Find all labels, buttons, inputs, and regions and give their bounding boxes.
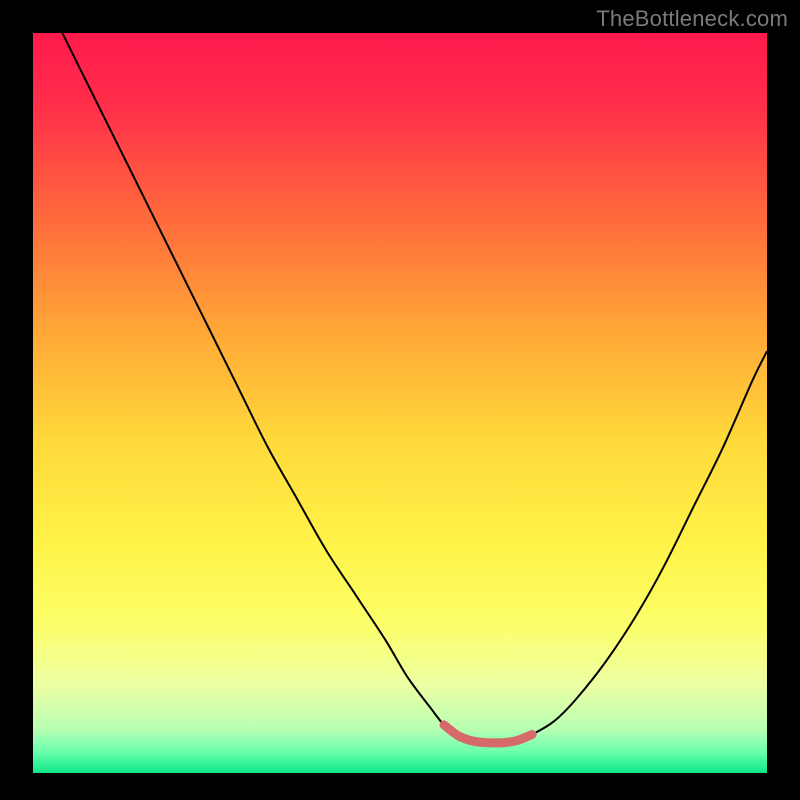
chart-frame: TheBottleneck.com [0, 0, 800, 800]
plot-area [33, 33, 767, 773]
gradient-background [33, 33, 767, 773]
watermark-text: TheBottleneck.com [596, 6, 788, 32]
plot-svg [33, 33, 767, 773]
